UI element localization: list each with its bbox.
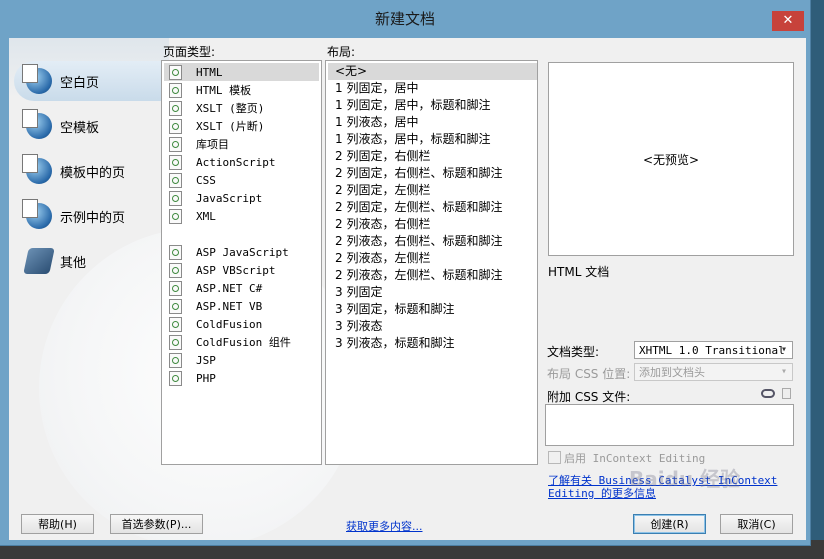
- layout-item[interactable]: 2 列液态，左侧栏、标题和脚注: [328, 267, 537, 284]
- layout-item[interactable]: 3 列液态: [328, 318, 537, 335]
- category-label: 其他: [60, 255, 87, 271]
- category-blank-template[interactable]: 空模板: [14, 106, 162, 146]
- document-icon: [169, 64, 182, 80]
- document-icon: [169, 136, 182, 152]
- dialog-client-area: 空白页 空模板 模板中的页 示例中的页 其他 页面类型: HTML HTML 模…: [9, 38, 806, 540]
- layout-item[interactable]: 1 列固定，居中，标题和脚注: [328, 97, 537, 114]
- layout-item[interactable]: 1 列液态，居中，标题和脚注: [328, 131, 537, 148]
- layout-item[interactable]: 2 列固定，左侧栏、标题和脚注: [328, 199, 537, 216]
- page-type-item[interactable]: XSLT (片断): [164, 117, 264, 135]
- preview-text: <无预览>: [642, 152, 700, 167]
- page-type-item[interactable]: ASP.NET C#: [164, 279, 262, 297]
- document-icon: [169, 280, 182, 296]
- sample-page-icon: [22, 199, 52, 229]
- document-icon: [169, 154, 182, 170]
- page-type-item[interactable]: CSS: [164, 171, 216, 189]
- page-type-item[interactable]: XSLT (整页): [164, 99, 264, 117]
- page-type-item[interactable]: ActionScript: [164, 153, 275, 171]
- page-type-item[interactable]: HTML: [164, 63, 319, 81]
- new-document-dialog: 新建文档 ✕ 空白页 空模板 模板中的页 示例中的页 其他 页面类型: HTML: [0, 0, 810, 545]
- create-button[interactable]: 创建(R): [633, 514, 706, 534]
- chevron-down-icon: ▾: [780, 344, 788, 355]
- document-icon: [169, 208, 182, 224]
- page-type-item[interactable]: ColdFusion: [164, 315, 262, 333]
- category-other[interactable]: 其他: [14, 241, 162, 281]
- layout-item[interactable]: 2 列液态，左侧栏: [328, 250, 537, 267]
- preview-description: HTML 文档: [548, 265, 610, 279]
- help-button[interactable]: 帮助(H): [21, 514, 94, 534]
- document-icon: [169, 316, 182, 332]
- page-type-item[interactable]: JSP: [164, 351, 216, 369]
- category-label: 模板中的页: [60, 165, 126, 181]
- category-label: 空模板: [60, 120, 100, 136]
- dialog-title: 新建文档: [374, 10, 435, 28]
- doc-type-label: 文档类型:: [547, 345, 600, 359]
- document-icon: [169, 298, 182, 314]
- get-more-content-link[interactable]: 获取更多内容...: [346, 518, 423, 534]
- page-type-item[interactable]: JavaScript: [164, 189, 262, 207]
- link-icon[interactable]: [761, 389, 775, 398]
- document-icon: [169, 262, 182, 278]
- layout-item[interactable]: 2 列固定，右侧栏: [328, 148, 537, 165]
- document-icon: [169, 352, 182, 368]
- page-type-item[interactable]: ASP VBScript: [164, 261, 275, 279]
- document-icon: [169, 82, 182, 98]
- page-type-item[interactable]: 库项目: [164, 135, 229, 153]
- layout-item[interactable]: <无>: [328, 63, 537, 80]
- chevron-down-icon: ▾: [780, 366, 788, 377]
- category-page-from-sample[interactable]: 示例中的页: [14, 196, 162, 236]
- doc-type-select[interactable]: XHTML 1.0 Transitional ▾: [634, 341, 793, 359]
- category-label: 空白页: [60, 75, 100, 91]
- layout-item[interactable]: 2 列液态，右侧栏: [328, 216, 537, 233]
- attach-css-label: 附加 CSS 文件:: [547, 390, 631, 404]
- category-blank-page[interactable]: 空白页: [14, 61, 162, 101]
- document-icon: [169, 334, 182, 350]
- incontext-checkbox[interactable]: [548, 451, 561, 464]
- page-type-item[interactable]: XML: [164, 207, 216, 225]
- attach-css-list[interactable]: [545, 404, 794, 446]
- layout-item[interactable]: 3 列固定，标题和脚注: [328, 301, 537, 318]
- background-desktop: [810, 0, 824, 559]
- blank-page-icon: [22, 64, 52, 94]
- trash-icon[interactable]: [782, 388, 791, 399]
- page-type-item[interactable]: ColdFusion 组件: [164, 333, 291, 351]
- page-type-label: 页面类型:: [163, 45, 216, 59]
- document-icon: [169, 244, 182, 260]
- layout-label: 布局:: [327, 45, 356, 59]
- layout-item[interactable]: 1 列液态，居中: [328, 114, 537, 131]
- watermark: Baidu 经验: [629, 467, 741, 491]
- layout-css-select[interactable]: 添加到文档头 ▾: [634, 363, 793, 381]
- page-type-item[interactable]: ASP.NET VB: [164, 297, 262, 315]
- layout-css-label: 布局 CSS 位置:: [547, 367, 631, 381]
- category-label: 示例中的页: [60, 210, 126, 226]
- layout-item[interactable]: 2 列固定，左侧栏: [328, 182, 537, 199]
- other-icon: [23, 248, 55, 274]
- page-type-item[interactable]: ASP JavaScript: [164, 243, 289, 261]
- cancel-button[interactable]: 取消(C): [720, 514, 793, 534]
- close-button[interactable]: ✕: [772, 11, 804, 31]
- page-type-item[interactable]: HTML 模板: [164, 81, 251, 99]
- category-page-from-template[interactable]: 模板中的页: [14, 151, 162, 191]
- blank-template-icon: [22, 109, 52, 139]
- document-icon: [169, 190, 182, 206]
- preview-pane: <无预览>: [548, 62, 794, 256]
- layout-item[interactable]: 3 列固定: [328, 284, 537, 301]
- layout-list[interactable]: <无> 1 列固定，居中 1 列固定，居中，标题和脚注 1 列液态，居中 1 列…: [325, 60, 538, 465]
- template-page-icon: [22, 154, 52, 184]
- document-icon: [169, 118, 182, 134]
- layout-item[interactable]: 2 列液态，右侧栏、标题和脚注: [328, 233, 537, 250]
- document-icon: [169, 100, 182, 116]
- page-type-list[interactable]: HTML HTML 模板 XSLT (整页) XSLT (片断) 库项目 Act…: [161, 60, 322, 465]
- document-icon: [169, 370, 182, 386]
- preferences-button[interactable]: 首选参数(P)...: [110, 514, 203, 534]
- layout-item[interactable]: 1 列固定，居中: [328, 80, 537, 97]
- document-icon: [169, 172, 182, 188]
- layout-item[interactable]: 3 列液态，标题和脚注: [328, 335, 537, 352]
- layout-item[interactable]: 2 列固定，右侧栏、标题和脚注: [328, 165, 537, 182]
- page-type-item[interactable]: PHP: [164, 369, 216, 387]
